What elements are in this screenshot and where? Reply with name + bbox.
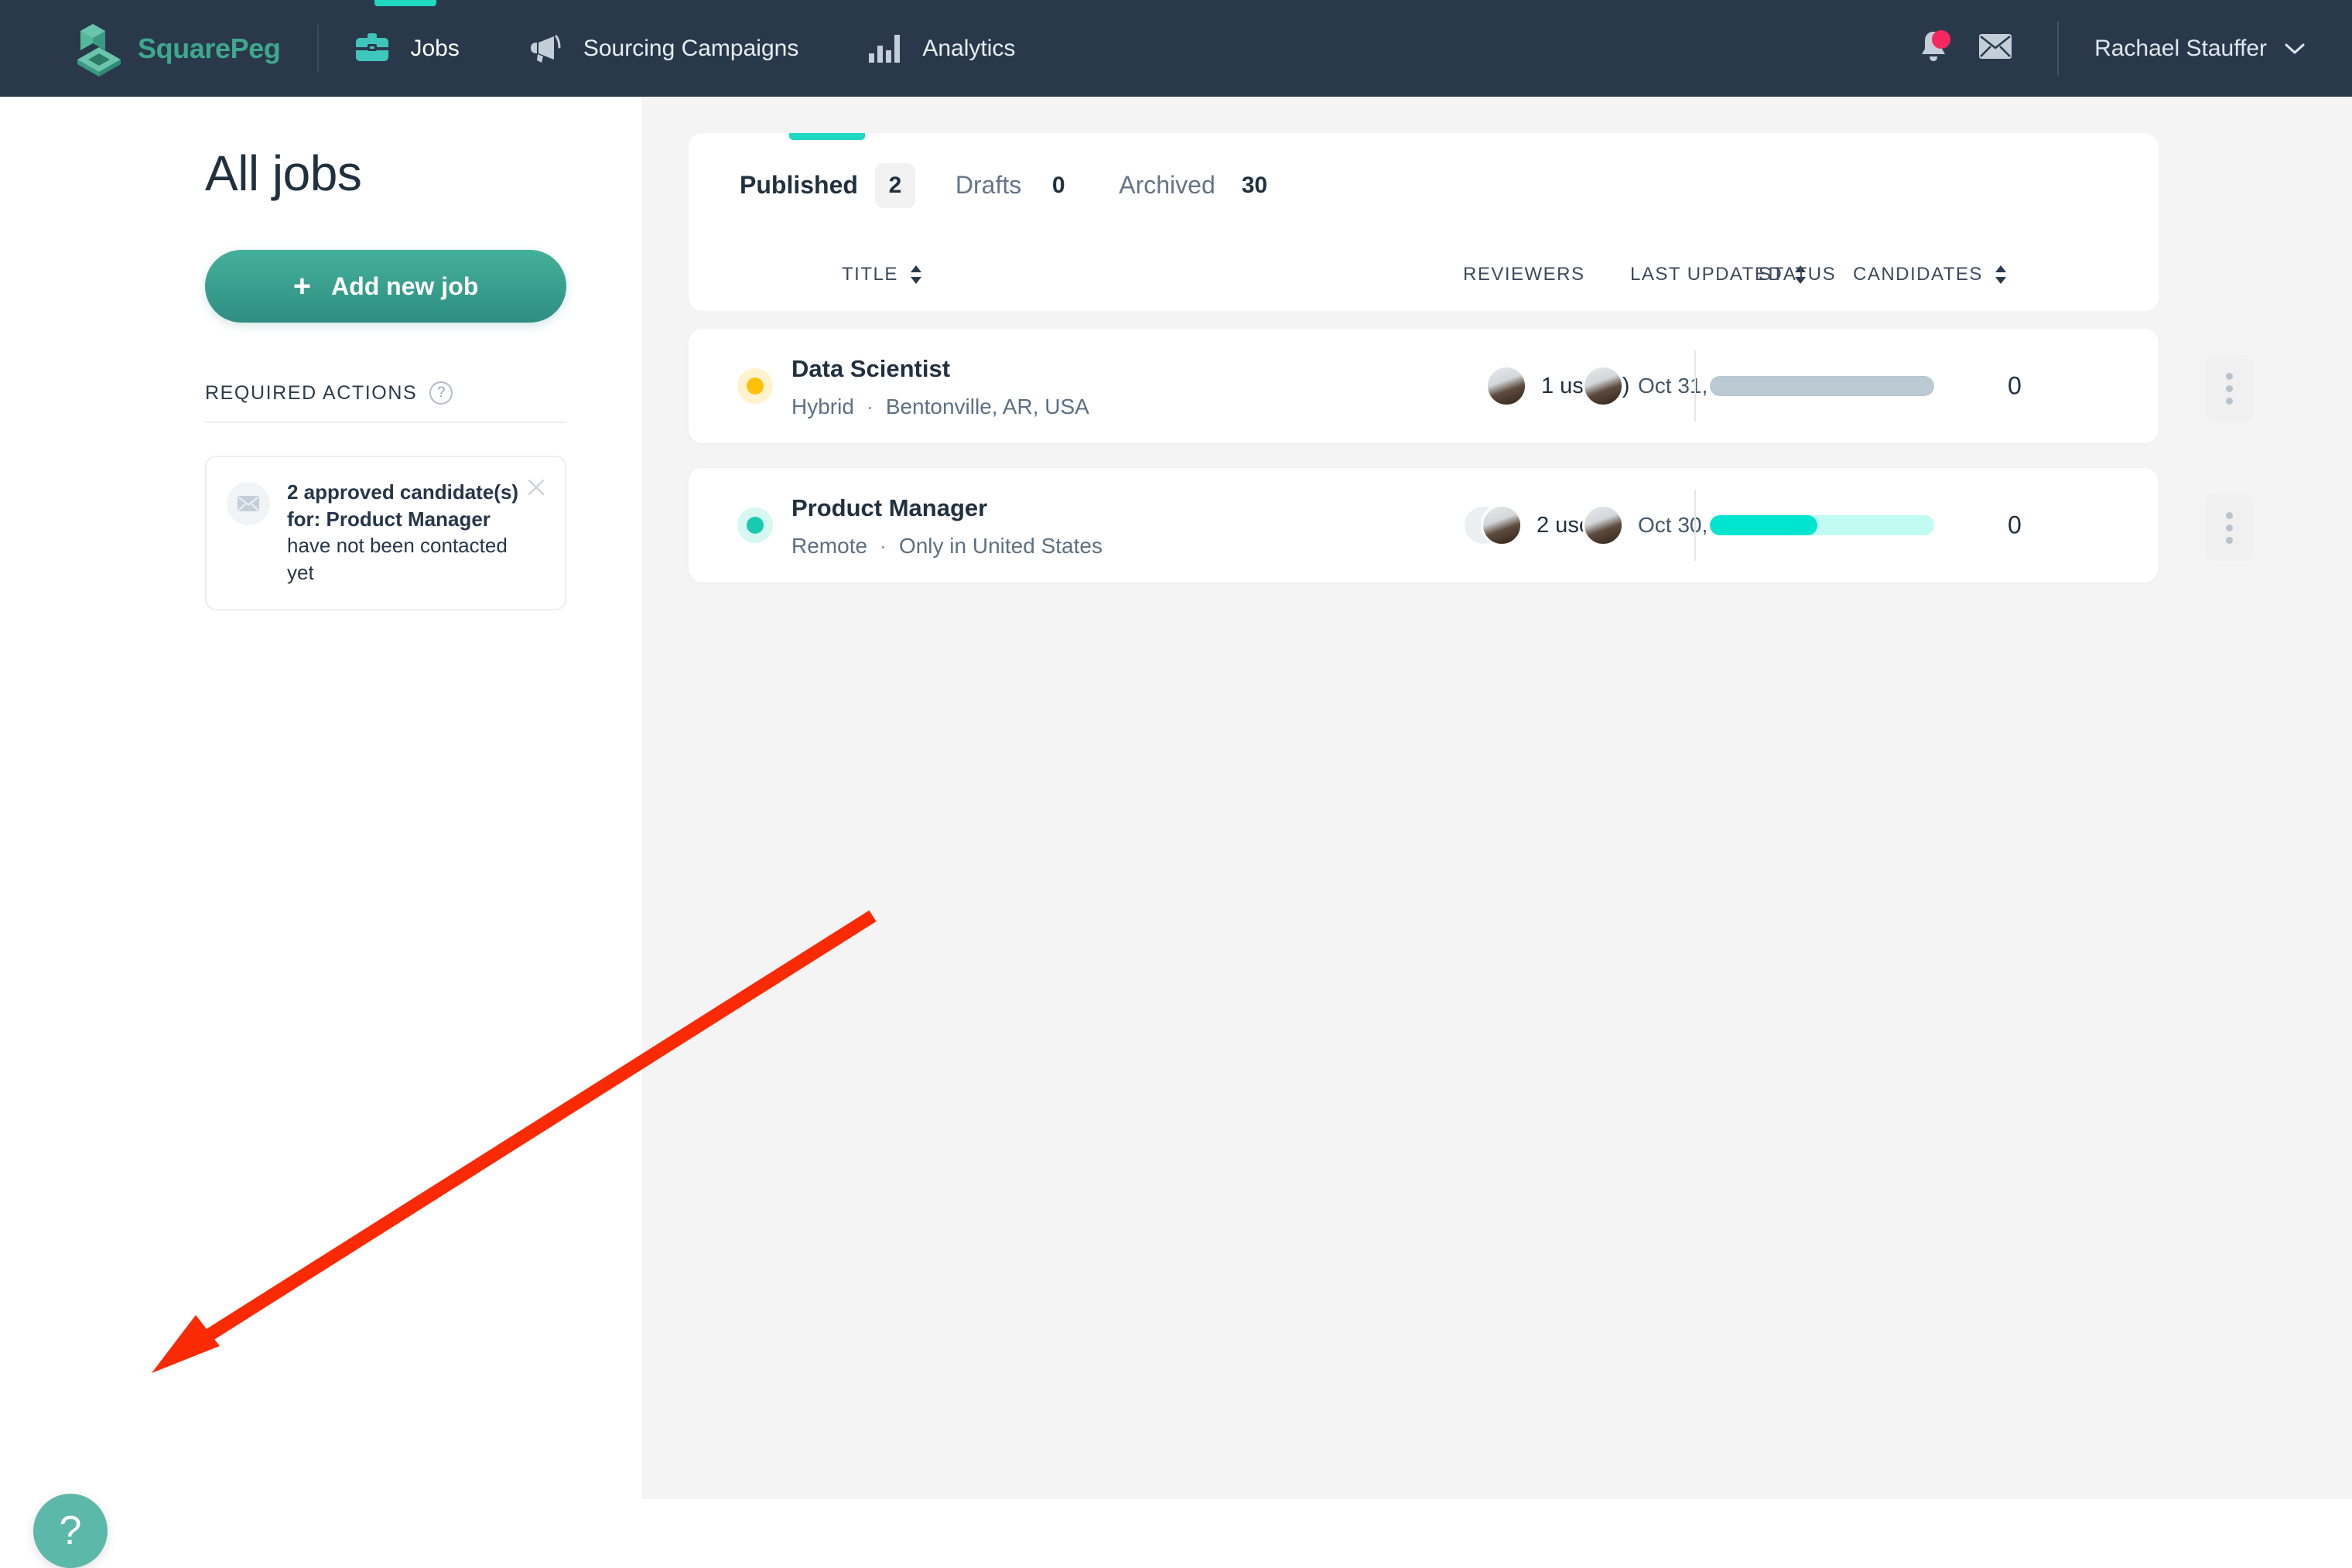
column-header-candidates[interactable]: CANDIDATES (1853, 237, 2008, 311)
tab-label: Drafts (955, 171, 1022, 199)
candidates-count: 0 (2008, 511, 2022, 539)
job-work-type: Remote (791, 534, 868, 558)
job-location: Only in United States (898, 534, 1102, 558)
nav-right-divider (2057, 21, 2060, 76)
messages-button[interactable] (1964, 18, 2026, 80)
plus-icon: + (292, 269, 312, 303)
bar-chart-icon (863, 32, 905, 66)
job-status-indicator-icon (737, 507, 773, 543)
status-progress-bar (1710, 376, 1934, 396)
tab-archived[interactable]: Archived 30 (1099, 133, 1297, 237)
brand-name: SquarePeg (138, 32, 281, 64)
tab-drafts[interactable]: Drafts 0 (935, 133, 1099, 237)
chevron-down-icon (2284, 39, 2306, 59)
tab-count-badge: 2 (874, 162, 915, 208)
close-icon[interactable] (525, 476, 548, 499)
required-action-text-suffix: have not been contacted yet (287, 534, 508, 584)
notification-badge (1932, 29, 1951, 49)
nav-item-jobs[interactable]: Jobs (319, 0, 491, 97)
notifications-button[interactable] (1902, 18, 1964, 80)
required-action-job-title: Product Manager (326, 507, 491, 531)
page-title: All jobs (205, 145, 362, 201)
tabs-bar: Published 2 Drafts 0 Archived 30 (689, 133, 2159, 237)
job-title-group: Product Manager Remote · Only in United … (791, 494, 1102, 559)
nav-item-label: Sourcing Campaigns (583, 35, 799, 61)
briefcase-icon (351, 32, 393, 66)
nav-right-group: Rachael Stauffer (1902, 0, 2352, 97)
sidebar: All jobs + Add new job REQUIRED ACTIONS … (0, 97, 642, 1568)
required-actions-header: REQUIRED ACTIONS ? (205, 381, 566, 405)
column-header-reviewers: REVIEWERS (1463, 237, 1585, 311)
avatar (1485, 365, 1527, 407)
squarepeg-logo-icon (73, 19, 125, 78)
nav-item-analytics[interactable]: Analytics (831, 0, 1048, 97)
avatar-stack (1462, 504, 1523, 546)
job-meta-separator: · (879, 534, 887, 558)
table-row[interactable]: Data Scientist Hybrid · Bentonville, AR,… (689, 329, 2159, 443)
main-content: Published 2 Drafts 0 Archived 30 TITLE R… (642, 97, 2352, 1499)
tab-count-badge: 0 (1038, 162, 1079, 208)
brand-logo-group[interactable]: SquarePeg (73, 19, 281, 78)
cell-divider (1694, 350, 1696, 422)
column-header-label: TITLE (842, 263, 898, 285)
megaphone-icon (525, 33, 566, 64)
sort-arrows-icon (909, 263, 923, 286)
required-actions-label: REQUIRED ACTIONS (205, 381, 418, 404)
cell-divider (1694, 490, 1696, 561)
required-actions-divider (205, 422, 566, 423)
job-meta: Hybrid · Bentonville, AR, USA (791, 395, 1089, 419)
avatar (1582, 504, 1624, 546)
column-header-label: CANDIDATES (1853, 263, 1983, 285)
column-header-label: STATUS (1759, 263, 1837, 285)
nav-item-sourcing-campaigns[interactable]: Sourcing Campaigns (492, 0, 831, 97)
nav-item-label: Analytics (922, 35, 1016, 61)
user-menu[interactable]: Rachael Stauffer (2094, 36, 2306, 62)
avatar-stack (1485, 365, 1527, 407)
kebab-menu-icon (2225, 511, 2233, 544)
job-title: Data Scientist (791, 355, 951, 382)
job-status-indicator-icon (737, 368, 773, 404)
nav-items: Jobs Sourcing Campaigns Analytics (319, 0, 1048, 97)
column-header-title[interactable]: TITLE (842, 237, 923, 311)
help-question-icon[interactable]: ? (429, 381, 453, 405)
row-actions-menu-button[interactable] (2205, 355, 2253, 422)
tab-label: Published (740, 171, 858, 199)
envelope-icon (227, 482, 270, 525)
table-row[interactable]: Product Manager Remote · Only in United … (689, 468, 2159, 582)
column-header-label: REVIEWERS (1463, 263, 1585, 285)
user-name: Rachael Stauffer (2094, 35, 2267, 61)
job-title-group: Data Scientist Hybrid · Bentonville, AR,… (791, 355, 1089, 419)
table-header-row: TITLE REVIEWERS LAST UPDATED STATUS CAND… (689, 237, 2159, 311)
job-meta-separator: · (866, 395, 874, 418)
job-work-type: Hybrid (791, 395, 854, 418)
question-mark-icon: ? (59, 1508, 82, 1553)
top-navigation-bar: SquarePeg Jobs Sourcing Campaigns Analyt… (0, 0, 2352, 97)
status-progress-bar (1710, 515, 1934, 535)
required-action-text: 2 approved candidate(s) for: Product Man… (287, 479, 519, 586)
add-new-job-label: Add new job (331, 272, 479, 300)
job-location: Bentonville, AR, USA (885, 395, 1089, 418)
kebab-menu-icon (2225, 372, 2233, 405)
help-fab-button[interactable]: ? (33, 1494, 108, 1568)
job-meta: Remote · Only in United States (791, 534, 1102, 559)
sort-arrows-icon (1994, 263, 2008, 286)
required-action-card[interactable]: 2 approved candidate(s) for: Product Man… (205, 456, 566, 611)
job-title: Product Manager (791, 494, 988, 521)
column-header-status: STATUS (1759, 237, 1836, 311)
nav-item-label: Jobs (410, 35, 460, 61)
tab-count-badge: 30 (1232, 162, 1277, 208)
add-new-job-button[interactable]: + Add new job (205, 250, 566, 323)
tab-label: Archived (1119, 171, 1215, 199)
status-progress-fill (1710, 515, 1818, 535)
avatar (1582, 365, 1624, 407)
row-actions-menu-button[interactable] (2205, 494, 2253, 561)
envelope-icon (1978, 33, 2012, 63)
candidates-count: 0 (2008, 371, 2022, 400)
tab-published[interactable]: Published 2 (720, 133, 935, 237)
avatar (1481, 504, 1523, 546)
